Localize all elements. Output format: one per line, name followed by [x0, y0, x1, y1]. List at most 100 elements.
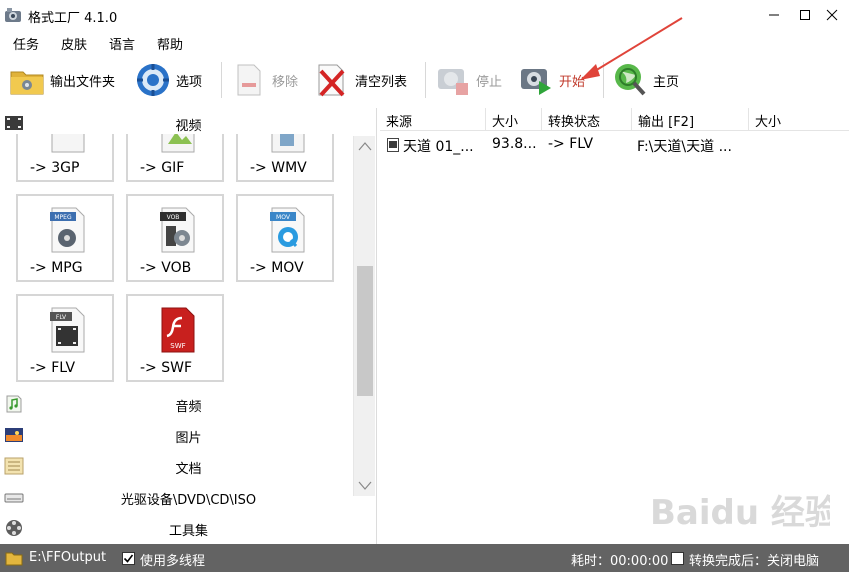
gif-file-icon	[161, 134, 195, 153]
row-output: F:\天道\天道 ...	[637, 139, 732, 155]
home-label: 主页	[653, 74, 680, 90]
tools-category-label: 工具集	[168, 524, 208, 539]
category-tools[interactable]: 工具集	[0, 513, 377, 543]
title-bar: 格式工厂 4.1.0	[0, 0, 849, 30]
column-source[interactable]: 来源	[380, 108, 486, 131]
format-label: -> GIF	[140, 160, 185, 176]
output-path[interactable]: E:\FFOutput	[29, 550, 106, 565]
remove-document-icon	[237, 64, 261, 96]
format-label: -> VOB	[140, 260, 192, 276]
vob-file-icon: VOB	[160, 207, 195, 253]
scroll-thumb[interactable]	[357, 266, 373, 396]
task-list-header: 来源 大小 转换状态 输出 [F2] 大小	[380, 108, 849, 131]
options-button[interactable]: 选项	[134, 58, 202, 102]
clear-list-icon	[318, 64, 345, 97]
column-size[interactable]: 大小	[486, 108, 542, 131]
video-file-icon	[387, 138, 399, 152]
start-button[interactable]: 开始	[517, 58, 585, 102]
checkmark-icon	[123, 554, 134, 563]
category-optical-drive[interactable]: 光驱设备\DVD\CD\ISO	[0, 482, 377, 512]
menu-bar: 任务 皮肤 语言 帮助	[0, 30, 849, 54]
optical-drive-category-label: 光驱设备\DVD\CD\ISO	[120, 493, 257, 508]
start-play-icon	[521, 69, 551, 95]
table-row[interactable]: 天道 01_... 93.8... -> FLV F:\天道\天道 ...	[380, 132, 849, 156]
folder-icon	[10, 71, 44, 95]
mov-file-icon: MOV	[270, 207, 305, 253]
status-bar: E:\FFOutput 使用多线程 耗时：00:00:00 转换完成后：关闭电脑	[0, 544, 849, 572]
output-folder-button[interactable]: 输出文件夹	[8, 58, 115, 102]
category-document[interactable]: 文档	[0, 451, 377, 481]
start-label: 开始	[559, 74, 586, 90]
home-globe-icon	[615, 64, 646, 96]
column-status[interactable]: 转换状态	[542, 108, 632, 131]
elapsed-time: 耗时：00:00:00	[571, 554, 669, 569]
picture-category-label: 图片	[175, 431, 202, 446]
toolbar-separator	[221, 62, 222, 98]
minimize-button[interactable]	[757, 0, 791, 30]
video-category-label: 视频	[175, 119, 202, 134]
menu-skin[interactable]: 皮肤	[61, 34, 87, 53]
wmv-file-icon	[271, 134, 305, 153]
clear-list-label: 清空列表	[355, 74, 408, 90]
conversion-panel: 视频 -> 3GP -> GIF -> WMV MPEG -> MPG VOB …	[0, 108, 377, 544]
format-label: -> 3GP	[30, 160, 80, 176]
menu-language[interactable]: 语言	[109, 34, 135, 53]
flv-badge-text: FLV	[56, 314, 67, 321]
remove-button[interactable]: 移除	[230, 58, 298, 102]
mpg-badge-text: MPEG	[54, 214, 72, 221]
swf-badge-text: SWF	[170, 342, 185, 350]
clear-list-button[interactable]: 清空列表	[313, 58, 407, 102]
menu-help[interactable]: 帮助	[157, 34, 183, 53]
format-label: -> MPG	[30, 260, 83, 276]
swf-flash-file-icon: SWF	[161, 307, 195, 353]
output-folder-small-icon	[5, 552, 23, 566]
close-icon	[826, 9, 838, 21]
home-button[interactable]: 主页	[611, 58, 679, 102]
row-size: 93.8...	[492, 136, 537, 152]
maximize-icon	[800, 10, 810, 20]
format-label: -> WMV	[250, 160, 307, 176]
format-tile-gif[interactable]: -> GIF	[126, 134, 224, 182]
output-folder-label: 输出文件夹	[50, 74, 116, 90]
stop-icon	[438, 69, 468, 95]
chevron-up-icon	[358, 142, 372, 151]
multithread-label: 使用多线程	[140, 554, 206, 569]
row-status: -> FLV	[548, 136, 594, 152]
menu-task[interactable]: 任务	[13, 34, 39, 53]
toolbar-separator	[425, 62, 426, 98]
audio-category-label: 音频	[175, 400, 202, 415]
vob-badge-text: VOB	[167, 214, 180, 221]
format-tile-flv[interactable]: FLV -> FLV	[16, 294, 114, 382]
format-tile-mov[interactable]: MOV -> MOV	[236, 194, 334, 282]
format-label: -> SWF	[140, 360, 193, 376]
stop-label: 停止	[476, 74, 503, 90]
column-output[interactable]: 输出 [F2]	[632, 108, 749, 131]
baidu-jingyan-watermark: Baidu 经验	[650, 493, 830, 533]
row-source: 天道 01_...	[403, 139, 474, 155]
format-label: -> MOV	[250, 260, 304, 276]
3gp-file-icon	[51, 134, 85, 153]
mov-badge-text: MOV	[276, 214, 291, 221]
multithread-checkbox[interactable]	[122, 552, 135, 565]
after-convert-label: 转换完成后：关闭电脑	[689, 554, 820, 569]
category-picture[interactable]: 图片	[0, 420, 377, 450]
after-convert-checkbox[interactable]	[671, 552, 684, 565]
scroll-up-button[interactable]	[354, 136, 376, 156]
category-audio[interactable]: 音频	[0, 389, 377, 419]
document-category-label: 文档	[175, 462, 202, 477]
format-factory-app-icon	[5, 8, 21, 22]
format-tile-3gp[interactable]: -> 3GP	[16, 134, 114, 182]
options-label: 选项	[176, 74, 203, 90]
watermark-text: Baidu 经验	[650, 493, 830, 533]
stop-button[interactable]: 停止	[434, 58, 502, 102]
flv-file-icon: FLV	[50, 307, 85, 353]
format-tile-vob[interactable]: VOB -> VOB	[126, 194, 224, 282]
window-title: 格式工厂 4.1.0	[28, 11, 118, 26]
toolbar: 输出文件夹 选项 移除 清空列表 停止 开始 主页	[0, 56, 849, 104]
format-tile-wmv[interactable]: -> WMV	[236, 134, 334, 182]
format-tile-swf[interactable]: SWF -> SWF	[126, 294, 224, 382]
column-output-size[interactable]: 大小	[749, 108, 849, 131]
format-tile-mpg[interactable]: MPEG -> MPG	[16, 194, 114, 282]
toolbar-separator	[603, 62, 604, 98]
close-button[interactable]	[815, 0, 849, 30]
